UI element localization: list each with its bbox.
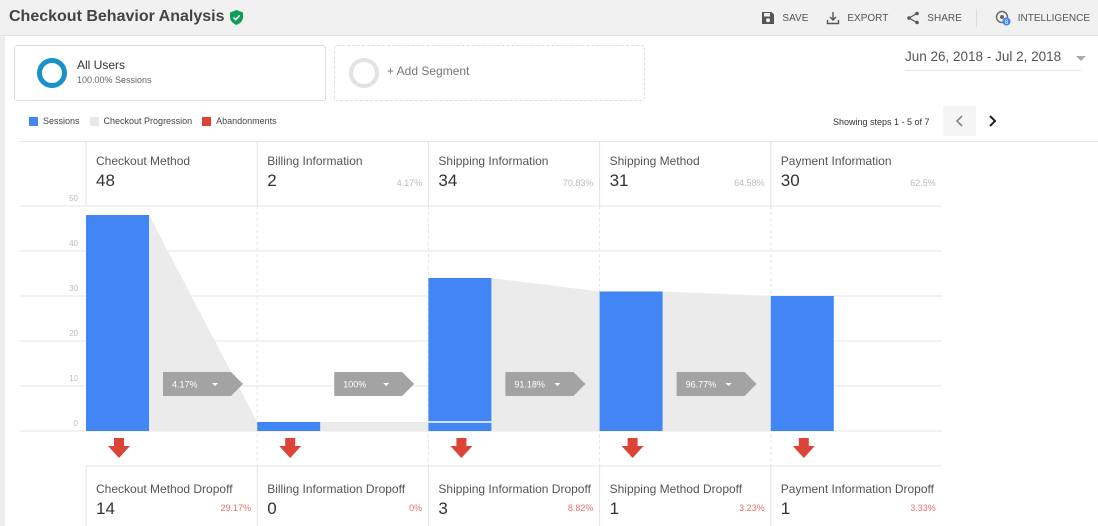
step-sessions-pct: 64.58% [734,178,765,188]
step-name: Billing Information [267,154,363,168]
dropoff-name: Billing Information Dropoff [267,482,406,496]
abandonment-arrow-icon [108,438,130,458]
dropoff-cell[interactable]: Billing Information Dropoff 0 0% [257,466,428,526]
dropoff-name: Shipping Information Dropoff [438,482,591,496]
step-header[interactable]: Checkout Method 48 [86,142,257,206]
progression-rate-label: 4.17% [172,380,198,390]
abandonment-arrow-icon [792,438,815,458]
dropoff-pct: 29.17% [220,503,251,513]
progression-area [149,215,258,431]
step-sessions-value: 48 [96,171,115,190]
progression-rate-label: 100% [343,380,366,390]
y-tick-label: 10 [69,374,78,383]
abandonment-arrow-icon [279,438,302,458]
session-bar [770,296,834,431]
dropoff-cell[interactable]: Payment Information Dropoff 1 3.33% [771,466,942,526]
dropoff-pct: 3.33% [910,503,936,513]
dropoff-name: Payment Information Dropoff [780,482,934,496]
step-header[interactable]: Billing Information 2 4.17% [257,142,428,206]
abandonment-arrow-icon [621,438,644,458]
funnel-chart: 4.17% 100% 91.18% 96.77% 0 10 20 30 40 50 Checkou… [0,0,1098,526]
session-bar [86,215,149,431]
abandonment-arrow-icon [450,438,473,458]
y-tick-label: 30 [69,284,78,293]
step-sessions-pct: 70.83% [562,178,594,188]
dropoff-name: Checkout Method Dropoff [96,482,233,496]
step-header[interactable]: Shipping Information 34 70.83% [428,142,599,206]
progression-rate-label: 91.18% [514,380,545,390]
session-bar [599,291,663,431]
dropoff-pct: 0% [409,503,423,513]
progression-area [320,422,429,431]
dropoff-value: 0 [267,499,277,518]
funnel-chart-svg: 4.17% 100% 91.18% 96.77% [20,142,942,526]
dropoff-cell[interactable]: Checkout Method Dropoff 14 29.17% [86,466,257,526]
progression-area [491,278,600,431]
dropoff-pct: 3.23% [739,503,765,513]
step-header[interactable]: Payment Information 30 62.5% [771,142,942,206]
step-sessions-pct: 4.17% [396,178,423,188]
step-name: Payment Information [780,154,892,168]
dropoff-pct: 8.82% [567,503,594,513]
session-bar [257,422,321,431]
step-sessions-pct: 62.5% [910,178,936,188]
step-header[interactable]: Shipping Method 31 64.58% [600,142,771,206]
y-tick-label: 20 [69,329,78,338]
dropoff-name: Shipping Method Dropoff [609,482,743,496]
session-bar [428,278,492,431]
y-tick-label: 40 [69,239,78,248]
step-name: Shipping Method [609,154,700,168]
step-name: Checkout Method [96,154,191,168]
progression-area [662,291,771,431]
dropoff-cell[interactable]: Shipping Method Dropoff 1 3.23% [600,466,771,526]
progression-rate-label: 96.77% [686,380,717,390]
y-tick-label: 0 [73,419,78,428]
dropoff-cell[interactable]: Shipping Information Dropoff 3 8.82% [428,466,599,526]
step-name: Shipping Information [438,154,549,168]
y-tick-label: 50 [69,194,78,203]
